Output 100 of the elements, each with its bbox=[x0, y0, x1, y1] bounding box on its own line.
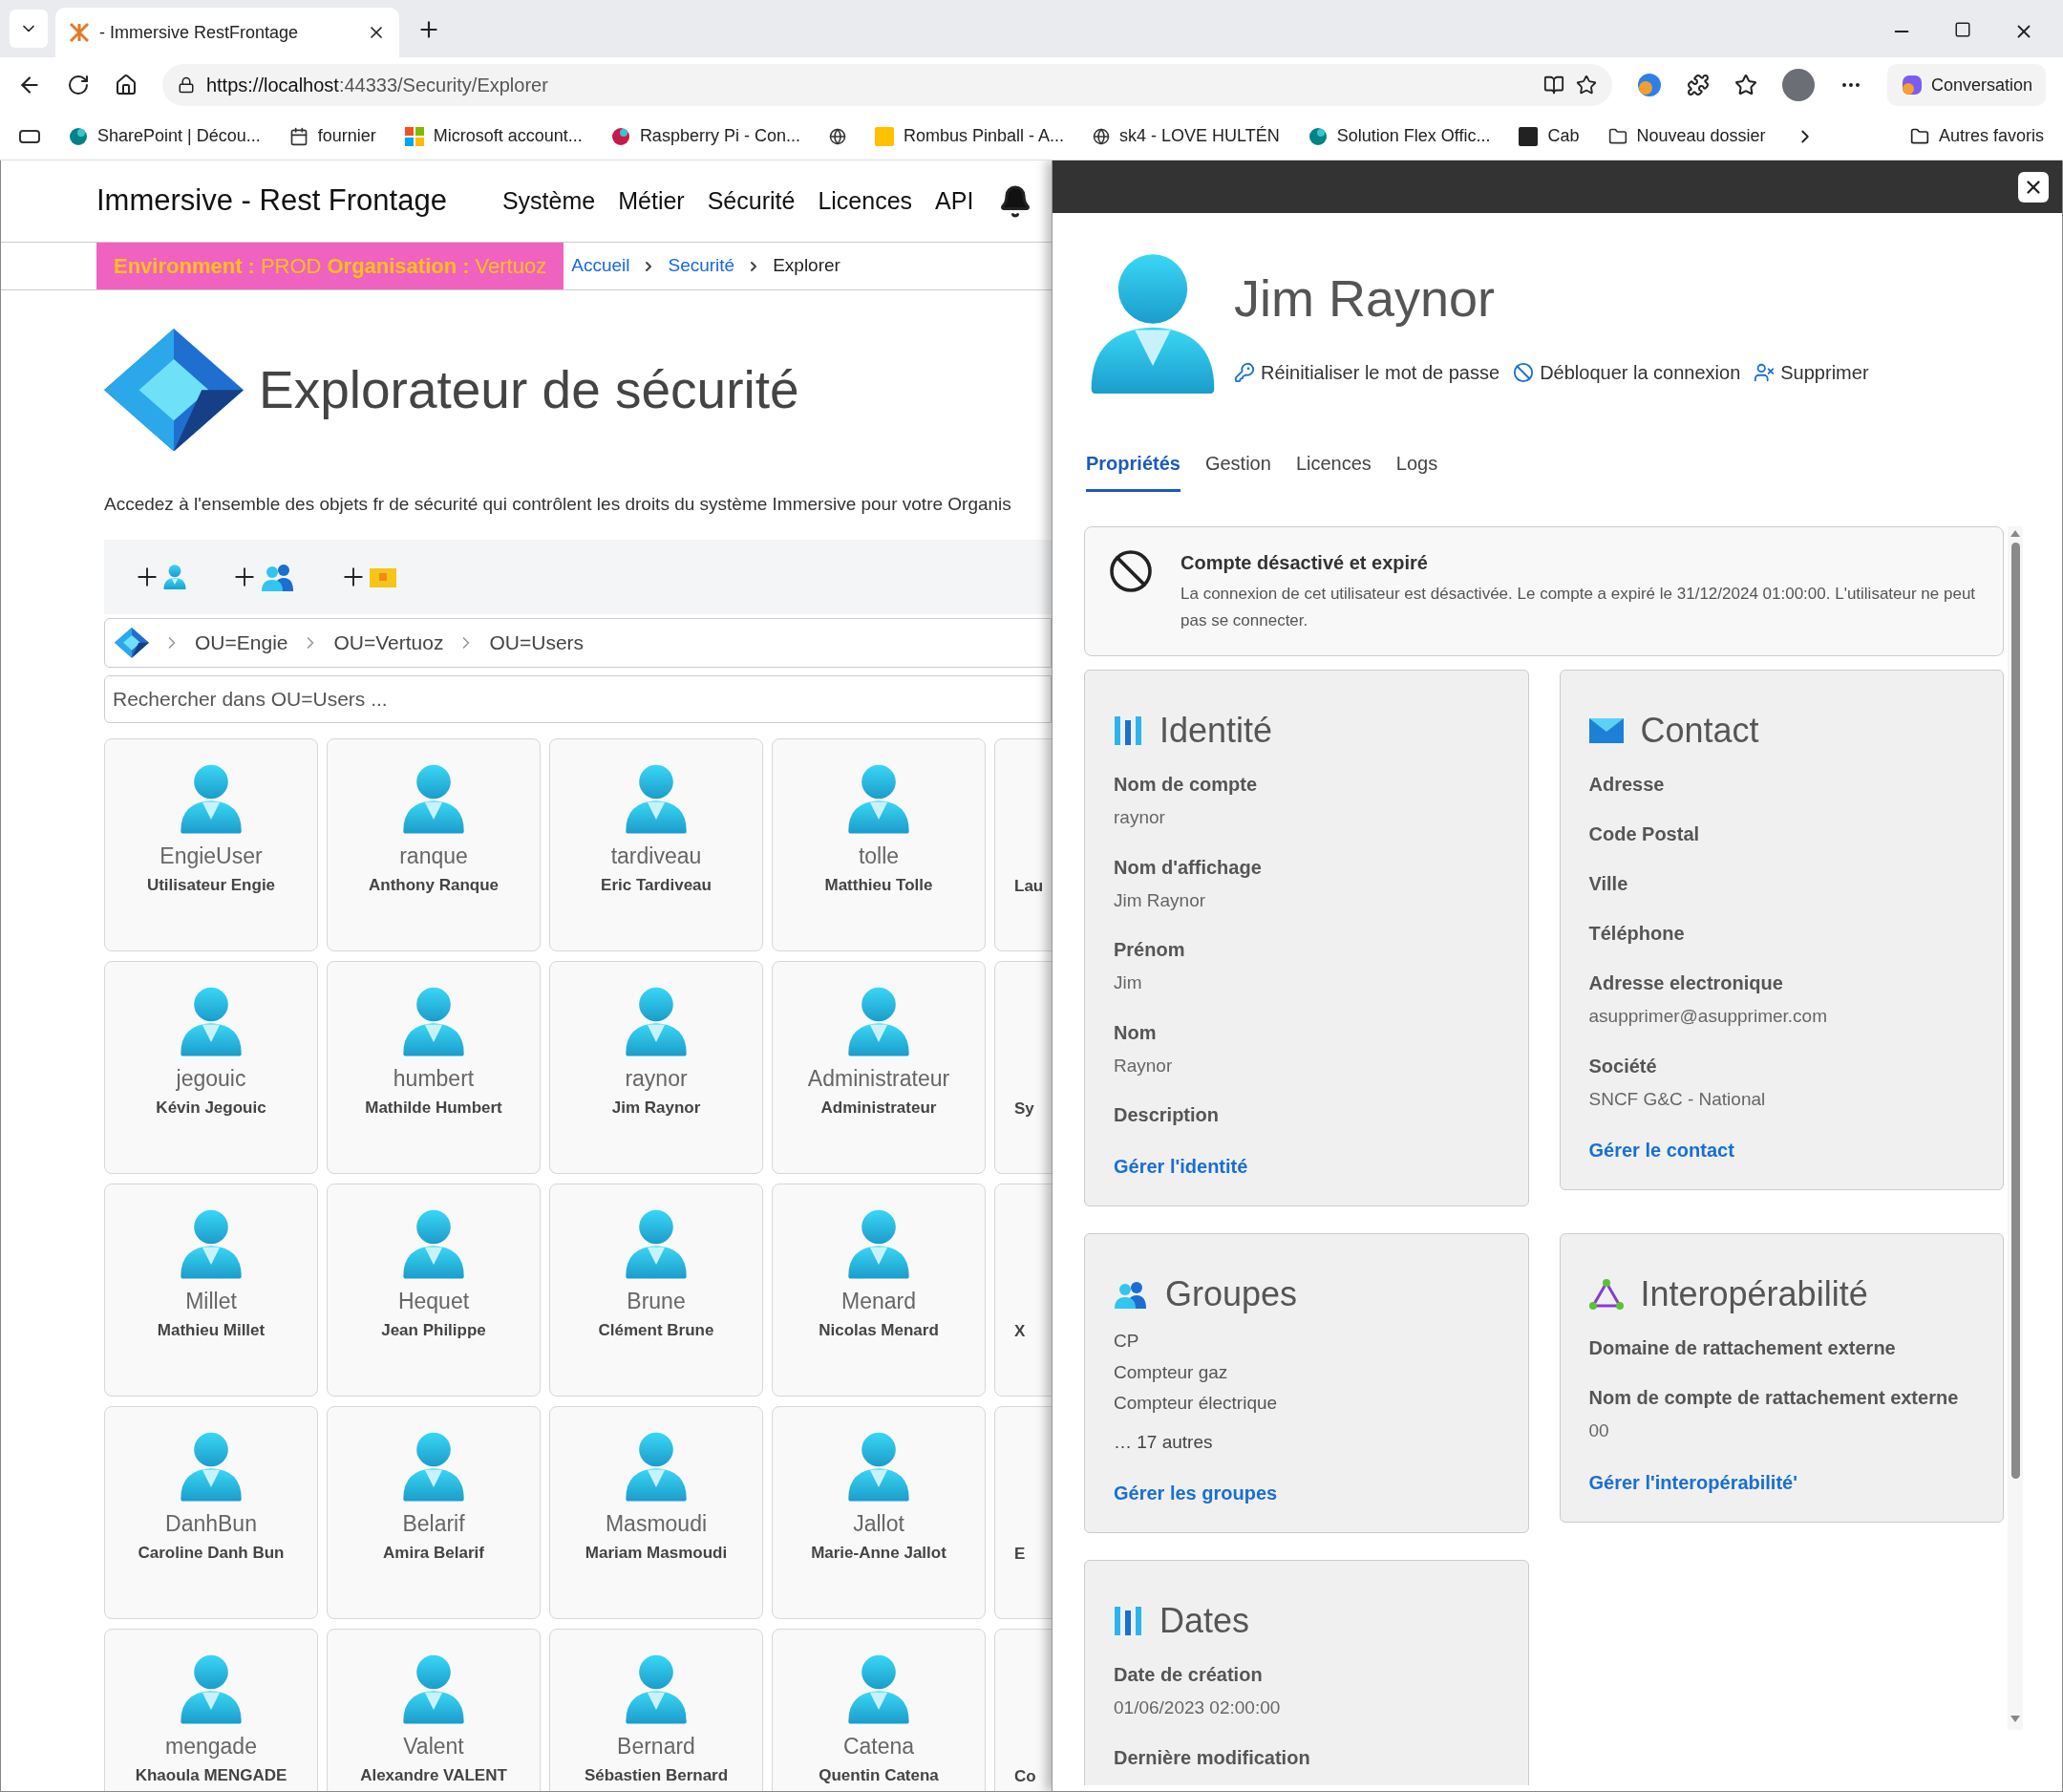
breadcrumb-link[interactable]: Securité bbox=[668, 252, 735, 280]
user-avatar-icon bbox=[180, 1431, 243, 1502]
action-link[interactable]: Réinitialiser le mot de passe bbox=[1234, 358, 1500, 388]
action-link[interactable]: Débloquer la connexion bbox=[1513, 358, 1741, 388]
user-card[interactable]: Catena Quentin Catena bbox=[772, 1628, 986, 1791]
user-card[interactable]: Jallot Marie-Anne Jallot bbox=[772, 1405, 986, 1619]
user-card[interactable]: humbert Mathilde Humbert bbox=[327, 960, 541, 1174]
bookmark[interactable]: Solution Flex Offic... bbox=[1308, 123, 1491, 149]
user-card[interactable]: ranque Anthony Ranque bbox=[327, 737, 541, 951]
nav-link[interactable]: API bbox=[935, 182, 974, 220]
user-card[interactable]: EngieUser Utilisateur Engie bbox=[104, 737, 318, 951]
bookmark[interactable]: Cab bbox=[1519, 123, 1580, 149]
manage-link[interactable]: Gérer l'identité bbox=[1114, 1152, 1499, 1182]
site-icon bbox=[1308, 126, 1328, 146]
user-card[interactable]: Bernard Sébastien Bernard bbox=[549, 1628, 763, 1791]
path-segment[interactable]: OU=Users bbox=[489, 628, 585, 658]
profile-avatar[interactable] bbox=[1782, 69, 1815, 101]
path-segment[interactable]: OU=Engie bbox=[195, 628, 288, 658]
user-login: tardiveau bbox=[610, 842, 702, 870]
panel-tab[interactable]: Licences bbox=[1295, 449, 1372, 493]
user-card[interactable]: Brune Clément Brune bbox=[549, 1183, 763, 1397]
user-card[interactable]: X bbox=[994, 1183, 1052, 1397]
user-full-name: Khaoula MENGADE bbox=[135, 1765, 287, 1787]
user-login: Menard bbox=[841, 1287, 916, 1315]
bookmark[interactable]: Rombus Pinball - A... bbox=[874, 123, 1064, 149]
copilot-button[interactable]: Conversation bbox=[1886, 64, 2046, 106]
user-full-name: E bbox=[1014, 1543, 1027, 1565]
user-full-name: Mariam Masmoudi bbox=[585, 1543, 728, 1565]
field-label: Ville bbox=[1588, 872, 1629, 897]
user-card[interactable]: Lau bbox=[994, 737, 1052, 951]
close-button[interactable] bbox=[2018, 171, 2049, 203]
user-card[interactable]: Valent Alexandre VALENT bbox=[327, 1628, 541, 1791]
favorites-icon[interactable] bbox=[1734, 74, 1757, 96]
bookmark[interactable]: Microsoft account... bbox=[404, 123, 583, 149]
user-card[interactable]: Menard Nicolas Menard bbox=[772, 1183, 986, 1397]
panel-tab[interactable]: Logs bbox=[1395, 449, 1438, 493]
path-segment[interactable]: OU=Vertuoz bbox=[333, 628, 444, 658]
bookmark[interactable] bbox=[828, 127, 846, 145]
bookmark[interactable]: fournier bbox=[288, 123, 376, 149]
extensions-icon[interactable] bbox=[1687, 74, 1711, 96]
user-card[interactable]: Hequet Jean Philippe bbox=[327, 1183, 541, 1397]
page-title: Explorateur de sécurité bbox=[259, 359, 799, 421]
user-full-name: Utilisateur Engie bbox=[146, 875, 276, 897]
manage-link[interactable]: Gérer l'interopérabilité' bbox=[1588, 1467, 1974, 1497]
panel-tab[interactable]: Gestion bbox=[1204, 449, 1271, 493]
user-login: Hequet bbox=[397, 1287, 470, 1315]
user-card[interactable]: E bbox=[994, 1405, 1052, 1619]
user-card[interactable]: Co bbox=[994, 1628, 1052, 1791]
user-card[interactable]: Administrateur Administrateur bbox=[772, 960, 986, 1174]
action-link[interactable]: Supprimer bbox=[1754, 358, 1869, 388]
reader-icon[interactable] bbox=[1543, 75, 1565, 96]
copilot-icon[interactable] bbox=[1637, 73, 1663, 97]
user-avatar-icon bbox=[625, 763, 688, 834]
site-icon bbox=[1519, 126, 1539, 146]
user-card[interactable]: Millet Mathieu Millet bbox=[104, 1183, 318, 1397]
bookmark[interactable]: sk4 - LOVE HULTÉN bbox=[1093, 123, 1280, 149]
page-description: Accedez à l'ensemble des objets fr de sécurité qui contrôlent les droits du système Immersive pour votre Organis bbox=[103, 493, 1012, 517]
user-avatar-icon bbox=[402, 1653, 465, 1724]
user-login: ranque bbox=[399, 842, 468, 870]
user-card[interactable]: Sy bbox=[994, 960, 1052, 1174]
user-avatar-icon bbox=[847, 1208, 910, 1279]
field-label: Nom de compte de rattachement externe bbox=[1588, 1386, 1960, 1411]
user-icon bbox=[163, 564, 186, 590]
site-icon bbox=[610, 126, 630, 146]
manage-link[interactable]: Gérer le contact bbox=[1588, 1136, 1974, 1165]
bookmark[interactable]: Autres favoris bbox=[1909, 123, 2044, 149]
address-field[interactable]: https://localhost:44333/Security/Explorer bbox=[161, 64, 1613, 106]
user-card[interactable]: DanhBun Caroline Danh Bun bbox=[104, 1405, 318, 1619]
browser-tab[interactable]: - Immersive RestFrontage bbox=[55, 8, 399, 57]
maximize-icon[interactable] bbox=[1954, 21, 1971, 38]
reload-icon[interactable] bbox=[66, 74, 90, 96]
bookmark[interactable]: Nouveau dossier bbox=[1607, 123, 1766, 149]
collections-icon[interactable] bbox=[19, 127, 40, 145]
manage-link[interactable]: Gérer les groupes bbox=[1114, 1479, 1499, 1508]
user-avatar-icon bbox=[402, 1208, 465, 1279]
favorite-icon[interactable] bbox=[1576, 75, 1598, 96]
bookmark[interactable]: SharePoint | Décou... bbox=[69, 123, 261, 149]
search-field[interactable]: Rechercher dans OU=Users ... bbox=[104, 674, 1052, 723]
user-avatar-icon bbox=[1089, 253, 1217, 395]
field-value: Raynor bbox=[1114, 1054, 1174, 1077]
nav-link[interactable]: Licences bbox=[818, 182, 913, 220]
user-card[interactable]: tolle Matthieu Tolle bbox=[772, 737, 986, 951]
nav-link[interactable]: Système bbox=[501, 182, 596, 220]
bookmark[interactable]: Raspberry Pi - Con... bbox=[610, 123, 800, 149]
app-brand[interactable]: Immersive - Rest Frontage bbox=[96, 179, 447, 224]
user-full-name: Nicolas Menard bbox=[819, 1320, 939, 1342]
field-label: Description bbox=[1114, 1103, 1221, 1128]
user-card[interactable]: Masmoudi Mariam Masmoudi bbox=[549, 1405, 763, 1619]
panel-tab[interactable]: Propriétés bbox=[1086, 449, 1180, 493]
home-icon[interactable] bbox=[114, 74, 138, 96]
user-card[interactable]: jegouic Kévin Jegouic bbox=[104, 960, 318, 1174]
user-card[interactable]: tardiveau Eric Tardiveau bbox=[549, 737, 763, 951]
user-avatar-icon bbox=[402, 1431, 465, 1502]
user-avatar-icon bbox=[625, 1208, 688, 1279]
breadcrumb-link[interactable]: Accueil bbox=[571, 252, 630, 280]
user-card[interactable]: raynor Jim Raynor bbox=[549, 960, 763, 1174]
user-card[interactable]: mengade Khaoula MENGADE bbox=[104, 1628, 318, 1791]
nav-link[interactable]: Métier bbox=[618, 182, 685, 220]
nav-link[interactable]: Sécurité bbox=[707, 182, 796, 220]
user-card[interactable]: Belarif Amira Belarif bbox=[327, 1405, 541, 1619]
